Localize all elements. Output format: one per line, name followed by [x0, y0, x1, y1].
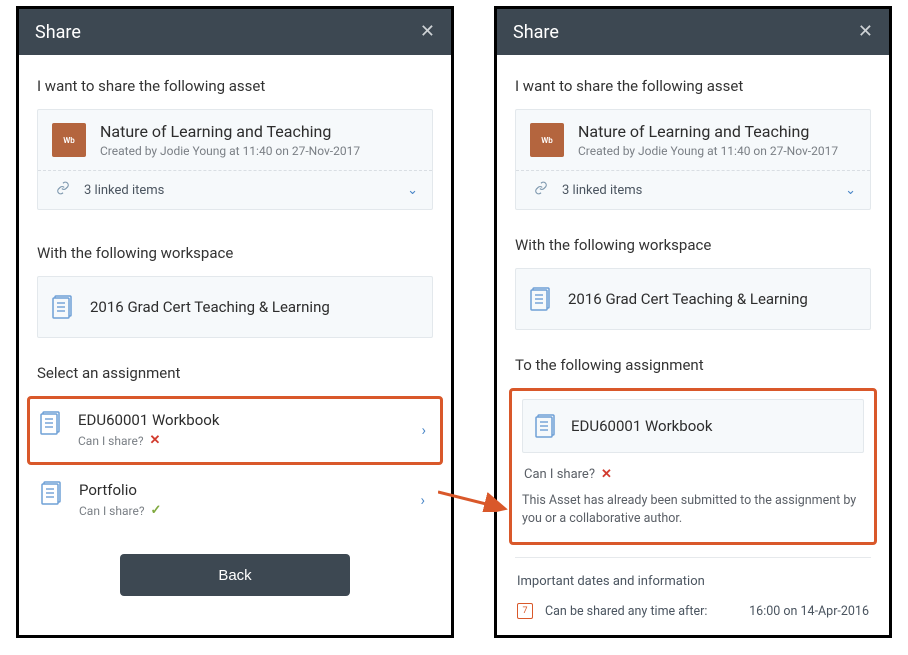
- heading-dates: Important dates and information: [517, 574, 871, 589]
- assignment-title: Portfolio: [79, 481, 404, 499]
- assignment-row-portfolio[interactable]: Portfolio Can I share? ✓ ›: [37, 471, 433, 530]
- heading-to-assignment: To the following assignment: [515, 356, 871, 374]
- dates-value: 16:00 on 14-Apr-2016: [749, 604, 869, 619]
- chevron-down-icon: ⌄: [407, 183, 418, 198]
- assignment-icon: [41, 481, 63, 505]
- share-question: Can I share?: [78, 434, 144, 448]
- dates-label: Can be shared any time after:: [545, 604, 707, 619]
- dates-row: Can be shared any time after: 16:00 on 1…: [515, 599, 871, 623]
- close-icon[interactable]: ✕: [420, 23, 435, 41]
- share-dialog-right: Share ✕ I want to share the following as…: [494, 6, 892, 638]
- assignment-title: EDU60001 Workbook: [571, 417, 712, 435]
- x-icon: ✕: [150, 433, 161, 448]
- share-question: Can I share?: [524, 467, 595, 482]
- assignment-row-edu60001[interactable]: EDU60001 Workbook Can I share? ✕ ›: [36, 401, 434, 460]
- highlight-assignment-detail: EDU60001 Workbook Can I share? ✕ This As…: [509, 388, 877, 545]
- workspace-title: 2016 Grad Cert Teaching & Learning: [90, 298, 330, 316]
- dialog-body: I want to share the following asset Wb N…: [497, 55, 889, 635]
- share-dialog-left: Share ✕ I want to share the following as…: [16, 6, 454, 638]
- linked-items-row[interactable]: 3 linked items ⌄: [516, 170, 870, 209]
- heading-workspace: With the following workspace: [37, 244, 433, 262]
- asset-card: Wb Nature of Learning and Teaching Creat…: [37, 109, 433, 210]
- asset-created: Created by Jodie Young at 11:40 on 27-No…: [578, 144, 838, 158]
- heading-workspace: With the following workspace: [515, 236, 871, 254]
- heading-asset: I want to share the following asset: [37, 77, 433, 95]
- linked-items-row[interactable]: 3 linked items ⌄: [38, 170, 432, 209]
- assignment-icon: [40, 411, 62, 435]
- asset-summary: Wb Nature of Learning and Teaching Creat…: [516, 110, 870, 170]
- asset-created: Created by Jodie Young at 11:40 on 27-No…: [100, 144, 360, 158]
- linked-items-label: 3 linked items: [84, 183, 164, 198]
- titlebar: Share ✕: [19, 9, 451, 55]
- divider: [515, 557, 871, 558]
- workspace-card: 2016 Grad Cert Teaching & Learning: [37, 276, 433, 338]
- highlight-assignment-box: EDU60001 Workbook Can I share? ✕ ›: [27, 396, 443, 465]
- share-question-row: Can I share? ✕: [524, 467, 864, 482]
- link-icon: [534, 181, 548, 199]
- close-icon[interactable]: ✕: [858, 23, 873, 41]
- linked-items-label: 3 linked items: [562, 183, 642, 198]
- dialog-title: Share: [513, 22, 559, 43]
- share-question: Can I share?: [79, 504, 145, 518]
- chevron-right-icon: ›: [421, 421, 426, 439]
- heading-select-assignment: Select an assignment: [37, 364, 433, 382]
- calendar-icon: [517, 603, 533, 619]
- dialog-title: Share: [35, 22, 81, 43]
- x-icon: ✕: [601, 467, 612, 482]
- asset-title: Nature of Learning and Teaching: [578, 122, 838, 142]
- workbook-badge-icon: Wb: [52, 123, 86, 157]
- asset-text: Nature of Learning and Teaching Created …: [100, 122, 360, 158]
- workspace-icon: [52, 295, 74, 319]
- workspace-title: 2016 Grad Cert Teaching & Learning: [568, 290, 808, 308]
- chevron-right-icon: ›: [420, 491, 425, 509]
- assignment-title: EDU60001 Workbook: [78, 411, 405, 429]
- asset-title: Nature of Learning and Teaching: [100, 122, 360, 142]
- check-icon: ✓: [151, 503, 162, 518]
- asset-summary: Wb Nature of Learning and Teaching Creat…: [38, 110, 432, 170]
- titlebar: Share ✕: [497, 9, 889, 55]
- workspace-icon: [530, 287, 552, 311]
- assignment-main: EDU60001 Workbook Can I share? ✕: [78, 411, 405, 448]
- chevron-down-icon: ⌄: [845, 183, 856, 198]
- workbook-badge-icon: Wb: [530, 123, 564, 157]
- assignment-card: EDU60001 Workbook: [522, 399, 864, 453]
- back-button[interactable]: Back: [120, 554, 350, 596]
- dialog-body: I want to share the following asset Wb N…: [19, 55, 451, 635]
- assignment-icon: [535, 414, 557, 438]
- asset-card: Wb Nature of Learning and Teaching Creat…: [515, 109, 871, 210]
- heading-asset: I want to share the following asset: [515, 77, 871, 95]
- assignment-share-status: Can I share? ✓: [79, 503, 404, 518]
- asset-text: Nature of Learning and Teaching Created …: [578, 122, 838, 158]
- link-icon: [56, 181, 70, 199]
- assignment-share-status: Can I share? ✕: [78, 433, 405, 448]
- workspace-card: 2016 Grad Cert Teaching & Learning: [515, 268, 871, 330]
- share-explanation: This Asset has already been submitted to…: [522, 492, 864, 528]
- assignment-main: Portfolio Can I share? ✓: [79, 481, 404, 518]
